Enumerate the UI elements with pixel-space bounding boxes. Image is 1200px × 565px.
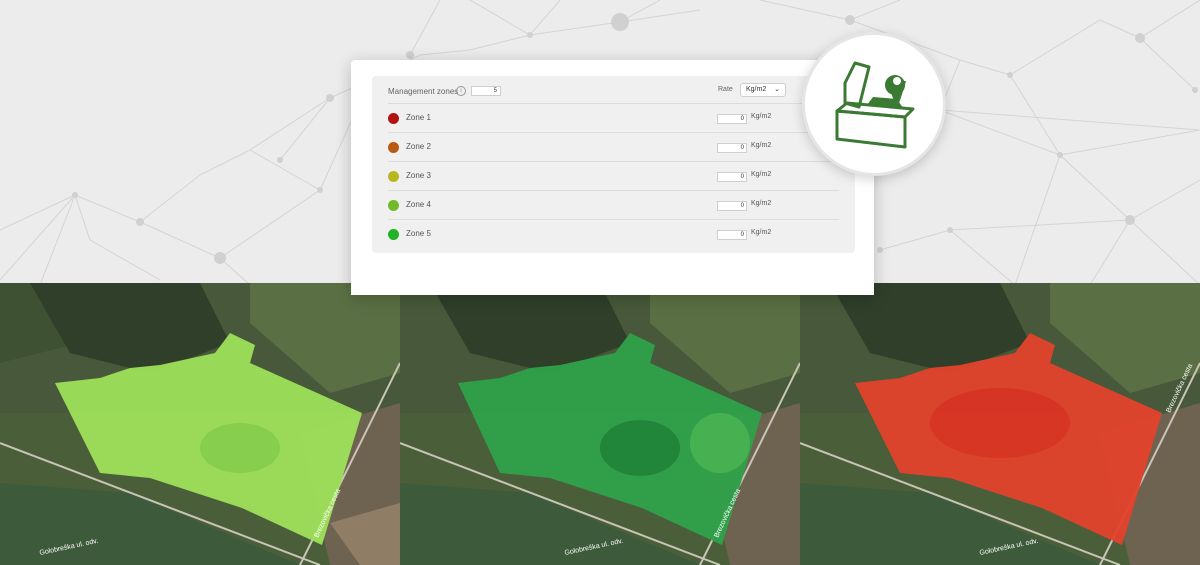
zone-color-dot <box>388 171 399 182</box>
zone-name: Zone 4 <box>406 200 431 209</box>
zone-name: Zone 2 <box>406 142 431 151</box>
management-zones-panel: Management zones i 5 Rate Kg/m2 ⌄ Zone 1… <box>372 76 855 253</box>
zone-color-dot <box>388 142 399 153</box>
field-location-badge <box>802 32 946 176</box>
rate-unit-select-value: Kg/m2 <box>746 86 767 93</box>
rate-label: Rate <box>718 86 733 93</box>
chevron-down-icon: ⌄ <box>774 86 780 93</box>
map-panel-1: Golobreška ul. odv. Brezovička cesta <box>0 283 400 565</box>
zone-rate-input[interactable]: 0 <box>717 172 747 182</box>
zone-color-dot <box>388 229 399 240</box>
map-panel-3: Golobreška ul. odv. Brezovička cesta <box>800 283 1200 565</box>
panel-header: Management zones i 5 Rate Kg/m2 ⌄ <box>372 76 839 104</box>
zone-row-5: Zone 5 0 Kg/m2 <box>388 219 839 249</box>
management-zones-label: Management zones <box>388 87 459 96</box>
management-zones-card: Management zones i 5 Rate Kg/m2 ⌄ Zone 1… <box>351 60 874 295</box>
zone-rate-input[interactable]: 0 <box>717 114 747 124</box>
zone-name: Zone 3 <box>406 171 431 180</box>
field-location-pin-icon <box>835 61 915 149</box>
zone-row-4: Zone 4 0 Kg/m2 <box>388 190 839 220</box>
zone-rate-input[interactable]: 0 <box>717 230 747 240</box>
zone-name: Zone 1 <box>406 113 431 122</box>
zone-color-dot <box>388 200 399 211</box>
zone-row-3: Zone 3 0 Kg/m2 <box>388 161 839 191</box>
zone-unit: Kg/m2 <box>751 171 772 178</box>
zone-unit: Kg/m2 <box>751 229 772 236</box>
zone-row-1: Zone 1 0 Kg/m2 <box>388 103 839 133</box>
zone-color-dot <box>388 113 399 124</box>
zone-rate-input[interactable]: 0 <box>717 201 747 211</box>
rate-unit-select[interactable]: Kg/m2 ⌄ <box>740 83 786 97</box>
zone-name: Zone 5 <box>406 229 431 238</box>
info-icon[interactable]: i <box>456 86 466 96</box>
zone-row-2: Zone 2 0 Kg/m2 <box>388 132 839 162</box>
zone-unit: Kg/m2 <box>751 200 772 207</box>
zone-unit: Kg/m2 <box>751 142 772 149</box>
zone-rate-input[interactable]: 0 <box>717 143 747 153</box>
map-panel-2: Golobreška ul. odv. Brezovička cesta <box>400 283 800 565</box>
map-strip: Golobreška ul. odv. Brezovička cesta Gol… <box>0 283 1200 565</box>
management-zones-count-input[interactable]: 5 <box>471 86 501 96</box>
zone-unit: Kg/m2 <box>751 113 772 120</box>
